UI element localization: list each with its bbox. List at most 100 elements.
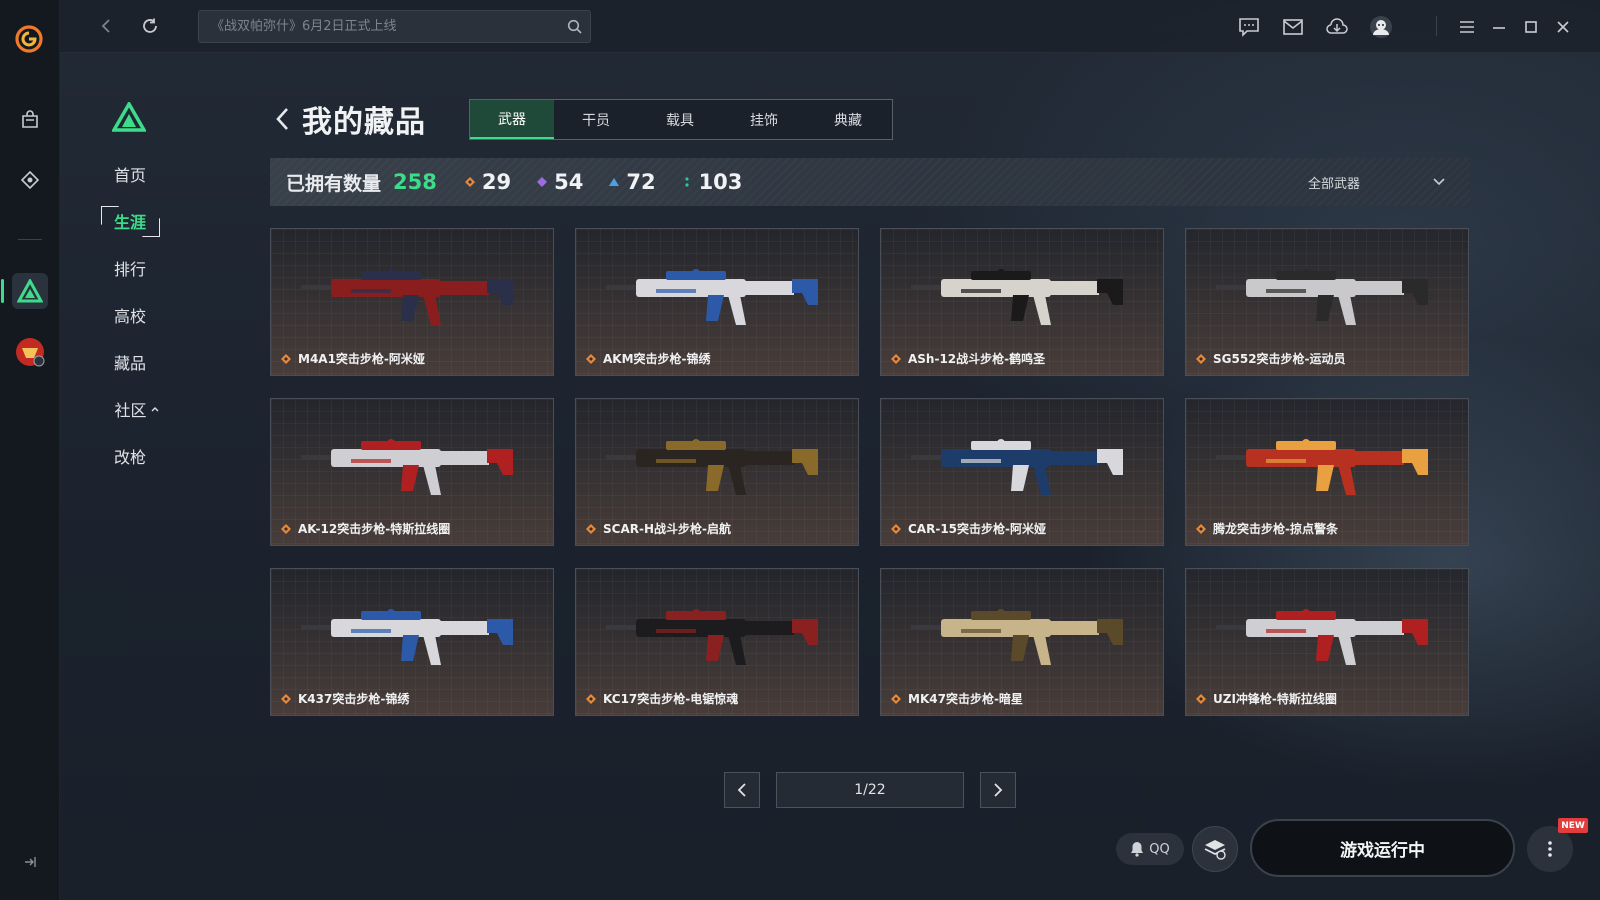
rail-divider xyxy=(18,239,42,240)
game-logo-active[interactable] xyxy=(1,273,48,309)
back-arrow-icon[interactable] xyxy=(270,104,294,134)
sidebar-item-gunsmith[interactable]: 改枪 xyxy=(100,441,160,471)
weapon-card[interactable]: MK47突击步枪-暗星 xyxy=(880,568,1164,716)
chevron-left-icon xyxy=(737,783,746,797)
mail-icon[interactable] xyxy=(1280,14,1306,40)
next-page-button[interactable] xyxy=(980,772,1016,808)
sidebar-item-label: 社区 xyxy=(114,401,147,420)
weapon-name: SG552突击步枪-运动员 xyxy=(1213,352,1346,366)
rarity-diamond-icon xyxy=(891,693,901,704)
weapon-image xyxy=(301,439,513,495)
weapon-card[interactable]: K437突击步枪-锦绣 xyxy=(270,568,554,716)
page-header: 我的藏品 xyxy=(270,98,426,140)
close-icon[interactable] xyxy=(1550,14,1576,40)
search-input[interactable] xyxy=(199,11,558,42)
weapon-card[interactable]: KC17突击步枪-电锯惊魂 xyxy=(575,568,859,716)
sidebar-item-community[interactable]: 社区 xyxy=(107,394,167,424)
owned-count-label: 已拥有数量 xyxy=(286,172,382,195)
rarity-blue-count: 72 xyxy=(609,170,656,194)
prev-page-button[interactable] xyxy=(724,772,760,808)
weapon-image xyxy=(301,269,513,325)
chat-icon[interactable] xyxy=(1236,14,1262,40)
download-icon[interactable] xyxy=(1324,14,1350,40)
rarity-diamond-icon xyxy=(281,693,291,704)
rarity-count: 29 xyxy=(481,170,512,194)
layers-icon xyxy=(1204,840,1226,860)
bell-icon xyxy=(1131,842,1144,857)
cf-game-icon[interactable] xyxy=(12,334,48,370)
rarity-diamond-icon xyxy=(537,177,548,187)
rarity-diamond-icon xyxy=(281,523,291,534)
weapon-caption: UZI冲锋枪-特斯拉线圈 xyxy=(1196,690,1337,707)
weapon-card[interactable]: 腾龙突击步枪-掠点警条 xyxy=(1185,398,1469,546)
topbar-divider xyxy=(1436,16,1437,36)
weapon-name: ASh-12战斗步枪-鹤鸣圣 xyxy=(908,352,1046,366)
weapon-filter-dropdown[interactable]: 全部武器 xyxy=(1308,158,1446,206)
rarity-count: 54 xyxy=(554,170,584,194)
sidebar-item-ranking[interactable]: 排行 xyxy=(100,253,160,283)
category-tabs: 武器 干员 载具 挂饰 典藏 xyxy=(469,99,893,140)
weapon-caption: SCAR-H战斗步枪-启航 xyxy=(586,520,731,537)
weapon-name: M4A1突击步枪-阿米娅 xyxy=(298,352,425,366)
menu-icon[interactable] xyxy=(1454,14,1480,40)
weapon-name: AKM突击步枪-锦绣 xyxy=(603,352,711,366)
weapon-caption: M4A1突击步枪-阿米娅 xyxy=(281,350,425,367)
sidebar-item-label: 改枪 xyxy=(113,448,146,467)
search-box xyxy=(198,10,591,43)
weapon-card[interactable]: SG552突击步枪-运动员 xyxy=(1185,228,1469,376)
tag-icon[interactable] xyxy=(12,162,48,198)
rarity-teal-count: 103 xyxy=(682,170,742,194)
qq-status-button[interactable]: QQ xyxy=(1116,833,1184,865)
weapon-card[interactable]: CAR-15突击步枪-阿米娅 xyxy=(880,398,1164,546)
filter-selected-label: 全部武器 xyxy=(1307,176,1360,192)
weapon-name: 腾龙突击步枪-掠点警条 xyxy=(1213,522,1338,536)
collapse-sidebar-icon[interactable] xyxy=(20,852,40,872)
sidebar-item-label: 排行 xyxy=(113,260,146,279)
refresh-icon[interactable] xyxy=(136,12,164,40)
game-running-button[interactable]: 游戏运行中 xyxy=(1250,819,1515,877)
weapon-image xyxy=(606,609,818,665)
weapon-name: KC17突击步枪-电锯惊魂 xyxy=(603,692,739,706)
weapon-image xyxy=(1216,439,1428,495)
collection-grid: M4A1突击步枪-阿米娅 AKM突击步枪-锦绣 ASh-12战斗步枪-鹤鸣圣 S… xyxy=(270,228,1469,716)
weapon-card[interactable]: SCAR-H战斗步枪-启航 xyxy=(575,398,859,546)
sidebar-item-collection[interactable]: 藏品 xyxy=(100,347,160,377)
bag-icon[interactable] xyxy=(12,102,48,138)
page-indicator: 1/22 xyxy=(776,772,964,808)
accelerator-button[interactable] xyxy=(1192,826,1238,872)
weapon-card[interactable]: AKM突击步枪-锦绣 xyxy=(575,228,859,376)
weapon-card[interactable]: UZI冲锋枪-特斯拉线圈 xyxy=(1185,568,1469,716)
rarity-diamond-icon xyxy=(586,523,596,534)
sidebar-item-label: 藏品 xyxy=(113,354,146,373)
tab-charms[interactable]: 挂饰 xyxy=(722,100,806,139)
minimize-icon[interactable] xyxy=(1486,14,1512,40)
weapon-image xyxy=(1216,269,1428,325)
weapon-card[interactable]: M4A1突击步枪-阿米娅 xyxy=(270,228,554,376)
sidebar-item-home[interactable]: 首页 xyxy=(100,159,160,189)
collection-stats-bar: 已拥有数量 258 29 54 72 103 全部武器 xyxy=(270,158,1470,206)
back-nav-icon[interactable] xyxy=(92,12,120,40)
app-logo[interactable] xyxy=(14,24,44,54)
weapon-caption: KC17突击步枪-电锯惊魂 xyxy=(586,690,738,707)
sidebar-item-college[interactable]: 高校 xyxy=(100,300,160,330)
weapon-image xyxy=(911,609,1123,665)
rarity-count: 72 xyxy=(626,170,656,194)
tab-weapons[interactable]: 武器 xyxy=(470,100,554,139)
tab-collectibles[interactable]: 典藏 xyxy=(806,100,890,139)
sidebar-item-career[interactable]: 生涯 xyxy=(100,206,160,236)
avatar-icon[interactable] xyxy=(1368,14,1394,40)
rarity-diamond-icon xyxy=(464,177,475,187)
top-bar xyxy=(60,0,1600,53)
chevron-right-icon xyxy=(994,783,1003,797)
tab-operators[interactable]: 干员 xyxy=(554,100,638,139)
chevron-down-icon xyxy=(1433,178,1445,186)
weapon-card[interactable]: ASh-12战斗步枪-鹤鸣圣 xyxy=(880,228,1164,376)
weapon-caption: CAR-15突击步枪-阿米娅 xyxy=(891,520,1046,537)
weapon-image xyxy=(911,269,1123,325)
weapon-card[interactable]: AK-12突击步枪-特斯拉线圈 xyxy=(270,398,554,546)
tab-vehicles[interactable]: 载具 xyxy=(638,100,722,139)
maximize-icon[interactable] xyxy=(1518,14,1544,40)
search-icon[interactable] xyxy=(558,11,590,42)
weapon-caption: K437突击步枪-锦绣 xyxy=(281,690,409,707)
new-badge: NEW xyxy=(1558,818,1588,833)
